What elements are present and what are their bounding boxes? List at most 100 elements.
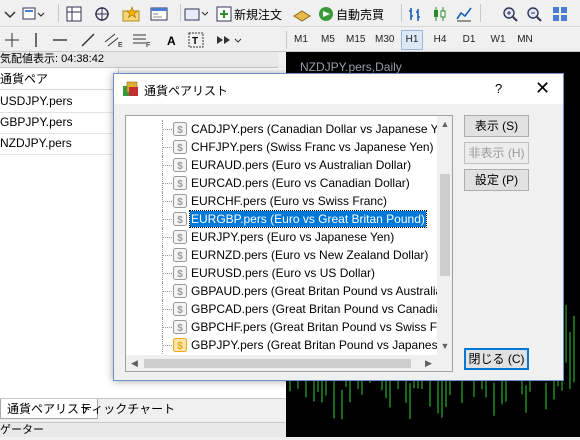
new-order-button[interactable]: 新規注文 — [216, 3, 282, 25]
dialog-title-bar[interactable]: 通貨ペアリスト ? ✕ — [114, 74, 563, 104]
scroll-left-icon[interactable]: ◀ — [126, 355, 143, 371]
svg-text:$: $ — [177, 161, 183, 172]
symbol-list-item[interactable]: $ CADJPY.pers (Canadian Dollar vs Japanes… — [126, 120, 452, 138]
symbol-row[interactable]: NZDJPY.pers — [0, 133, 120, 153]
symbol-visible-icon: $ — [172, 337, 188, 353]
symbol-list-item[interactable]: $ EURGBP.pers (Euro vs Great Britan Pound… — [126, 210, 438, 228]
scroll-down-icon[interactable]: ▼ — [437, 338, 452, 355]
horizontal-scroll-thumb[interactable] — [144, 359, 411, 368]
help-button[interactable]: ? — [495, 81, 502, 96]
symbol-label: CHFJPY.pers (Swiss Franc vs Japanese Yen… — [191, 140, 434, 154]
symbol-label: EURCHF.pers (Euro vs Swiss Franc) — [191, 194, 388, 208]
close-button[interactable]: 閉じる (C) — [464, 348, 529, 370]
symbol-hidden-icon: $ — [172, 211, 188, 227]
hide-button[interactable]: 非表示 (H) — [464, 142, 529, 164]
symbol-label: GBPJPY.pers (Great Britan Pound vs Japan… — [191, 338, 453, 352]
symbol-list-item[interactable]: $ CHFJPY.pers (Swiss Franc vs Japanese Ye… — [126, 138, 438, 156]
horizontal-scrollbar[interactable]: ◀ ▶ — [126, 355, 437, 371]
text-tool[interactable]: A — [164, 29, 180, 51]
arrow-dropdown-button[interactable] — [2, 3, 18, 25]
svg-text:F: F — [146, 42, 150, 48]
symbol-hidden-icon: $ — [172, 121, 188, 137]
tf-mn[interactable]: MN — [514, 30, 536, 50]
scroll-up-icon[interactable]: ▲ — [437, 116, 452, 133]
window-icon — [150, 6, 168, 22]
close-icon[interactable]: ✕ — [535, 77, 550, 99]
auto-trading-label: 自動売買 — [336, 7, 385, 22]
equidistant-channel-tool[interactable]: E — [104, 29, 123, 51]
symbols-icon — [122, 81, 140, 100]
vertical-scrollbar[interactable]: ▲ ▼ — [437, 116, 452, 355]
favorites-button[interactable] — [122, 3, 140, 25]
symbol-row[interactable]: GBPJPY.pers — [0, 112, 120, 132]
tf-h1[interactable]: H1 — [401, 30, 423, 50]
tf-w1[interactable]: W1 — [487, 30, 509, 50]
symbol-label: GBPAUD.pers (Great Britan Pound vs Austr… — [191, 284, 453, 298]
tf-d1[interactable]: D1 — [458, 30, 480, 50]
strategy-tester-button[interactable] — [184, 3, 209, 25]
svg-text:$: $ — [177, 233, 183, 244]
scroll-right-icon[interactable]: ▶ — [420, 355, 437, 371]
symbol-tree-list[interactable]: $ CADJPY.pers (Canadian Dollar vs Japanes… — [125, 115, 453, 372]
horizontal-line-tool[interactable] — [52, 29, 68, 51]
svg-text:$: $ — [177, 305, 183, 316]
symbol-row[interactable]: USDJPY.pers — [0, 91, 120, 111]
symbol-hidden-icon: $ — [172, 265, 188, 281]
bar-chart-button[interactable] — [408, 3, 424, 25]
symbol-list-item[interactable]: $ EURJPY.pers (Euro vs Japanese Yen) — [126, 228, 438, 246]
text-icon: A — [164, 32, 180, 48]
fibonacci-tool[interactable]: F — [132, 29, 150, 51]
symbol-hidden-icon: $ — [172, 157, 188, 173]
scroll-thumb[interactable] — [440, 174, 450, 276]
zoom-in-button[interactable] — [502, 3, 518, 25]
symbol-list-item[interactable]: $ EURNZD.pers (Euro vs New Zealand Dollar… — [126, 246, 438, 264]
chart-title: NZDJPY.pers,Daily — [300, 60, 402, 74]
symbol-list-item[interactable]: $ GBPCAD.pers (Great Britan Pound vs Cana… — [126, 300, 452, 318]
svg-text:T: T — [192, 36, 198, 47]
zoom-out-button[interactable] — [526, 3, 542, 25]
tile-windows-button[interactable] — [552, 3, 568, 25]
svg-text:A: A — [167, 34, 176, 48]
terminal-button[interactable] — [150, 3, 168, 25]
auto-trading-button[interactable]: 自動売買 — [318, 3, 384, 25]
symbol-hidden-icon: $ — [172, 139, 188, 155]
symbol-list-item[interactable]: $ GBPAUD.pers (Great Britan Pound vs Aust… — [126, 282, 452, 300]
symbol-list-item[interactable]: $ EURCAD.pers (Euro vs Canadian Dollar) — [126, 174, 438, 192]
tab-tick-chart[interactable]: ティックチャート — [74, 399, 181, 419]
arrows-tool[interactable] — [214, 29, 242, 51]
tester-icon — [184, 6, 209, 22]
metaeditor-button[interactable] — [292, 3, 311, 25]
symbol-list-item[interactable]: $ GBPJPY.pers (Great Britan Pound vs Japa… — [126, 336, 452, 354]
crosshair-tool[interactable] — [4, 29, 20, 51]
trendline-tool[interactable] — [80, 29, 96, 51]
market-watch-button[interactable] — [66, 3, 82, 25]
tf-m1[interactable]: M1 — [290, 30, 312, 50]
channel-icon: E — [104, 32, 123, 49]
tf-m30[interactable]: M30 — [373, 30, 396, 50]
line-chart-button[interactable] — [456, 3, 472, 25]
candlestick-icon — [432, 6, 448, 22]
show-button[interactable]: 表示 (S) — [464, 115, 529, 137]
tf-h4[interactable]: H4 — [429, 30, 451, 50]
svg-text:$: $ — [177, 179, 183, 190]
tf-m15[interactable]: M15 — [344, 30, 367, 50]
symbol-label: EURAUD.pers (Euro vs Australian Dollar) — [191, 158, 412, 172]
trendline-icon — [80, 32, 96, 48]
candlestick-button[interactable] — [432, 3, 448, 25]
symbol-list-item[interactable]: $ EURUSD.pers (Euro vs US Dollar) — [126, 264, 438, 282]
symbol-hidden-icon: $ — [172, 229, 188, 245]
settings-button[interactable]: 設定 (P) — [464, 169, 529, 191]
crosshair-icon — [4, 32, 20, 48]
main-toolbar: 新規注文 自動売買 — [0, 0, 580, 27]
symbol-list-item[interactable]: $ EURAUD.pers (Euro vs Australian Dollar) — [126, 156, 438, 174]
tf-m5[interactable]: M5 — [317, 30, 339, 50]
symbol-hidden-icon: $ — [172, 247, 188, 263]
profiles-button[interactable] — [22, 3, 45, 25]
svg-text:E: E — [118, 42, 123, 48]
symbol-list-item[interactable]: $ EURCHF.pers (Euro vs Swiss Franc) — [126, 192, 438, 210]
symbol-label: EURNZD.pers (Euro vs New Zealand Dollar) — [191, 248, 429, 262]
navigator-button[interactable] — [94, 3, 110, 25]
vertical-line-tool[interactable] — [28, 29, 44, 51]
symbol-list-item[interactable]: $ GBPCHF.pers (Great Britan Pound vs Swis… — [126, 318, 452, 336]
text-label-tool[interactable]: T — [188, 29, 204, 51]
